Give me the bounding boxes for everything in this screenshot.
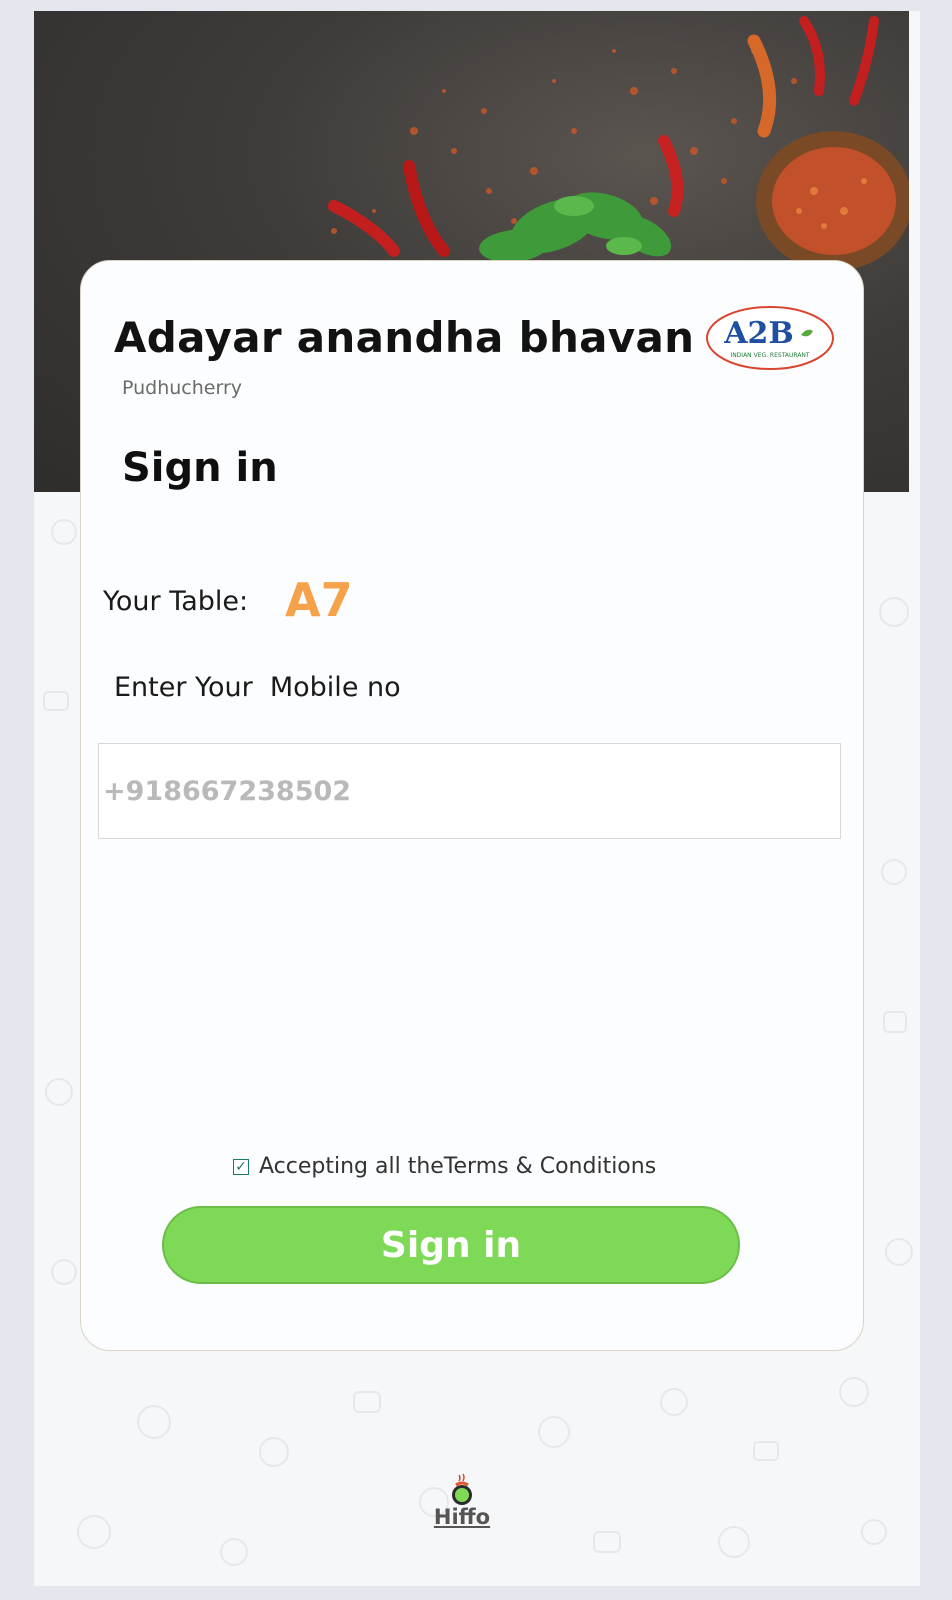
restaurant-city: Pudhucherry	[122, 377, 243, 399]
signin-card: Adayar anandha bhavan Pudhucherry A2B IN…	[80, 260, 864, 1351]
svg-text:A2B: A2B	[723, 316, 794, 351]
restaurant-name: Adayar anandha bhavan	[114, 313, 695, 362]
hiffo-link[interactable]: Hiffo	[414, 1505, 510, 1529]
signin-heading: Sign in	[122, 445, 278, 491]
page: Adayar anandha bhavan Pudhucherry A2B IN…	[34, 11, 920, 1586]
terms-text: Accepting all theTerms & Conditions	[259, 1154, 657, 1179]
mobile-label: Enter Your Mobile no	[114, 672, 401, 703]
svg-text:INDIAN VEG. RESTAURANT: INDIAN VEG. RESTAURANT	[730, 352, 809, 359]
a2b-logo: A2B INDIAN VEG. RESTAURANT	[706, 306, 834, 370]
terms-checkbox[interactable]: ✓	[233, 1158, 249, 1175]
hiffo-logo-icon	[452, 1473, 472, 1505]
table-number: A7	[285, 573, 353, 627]
table-label: Your Table:	[103, 586, 249, 617]
signin-button[interactable]: Sign in	[162, 1206, 740, 1284]
mobile-number-input[interactable]	[98, 743, 841, 839]
check-icon: ✓	[235, 1158, 247, 1175]
terms-row[interactable]: ✓ Accepting all theTerms & Conditions	[233, 1154, 656, 1179]
hiffo-brand[interactable]: Hiffo	[414, 1473, 510, 1529]
